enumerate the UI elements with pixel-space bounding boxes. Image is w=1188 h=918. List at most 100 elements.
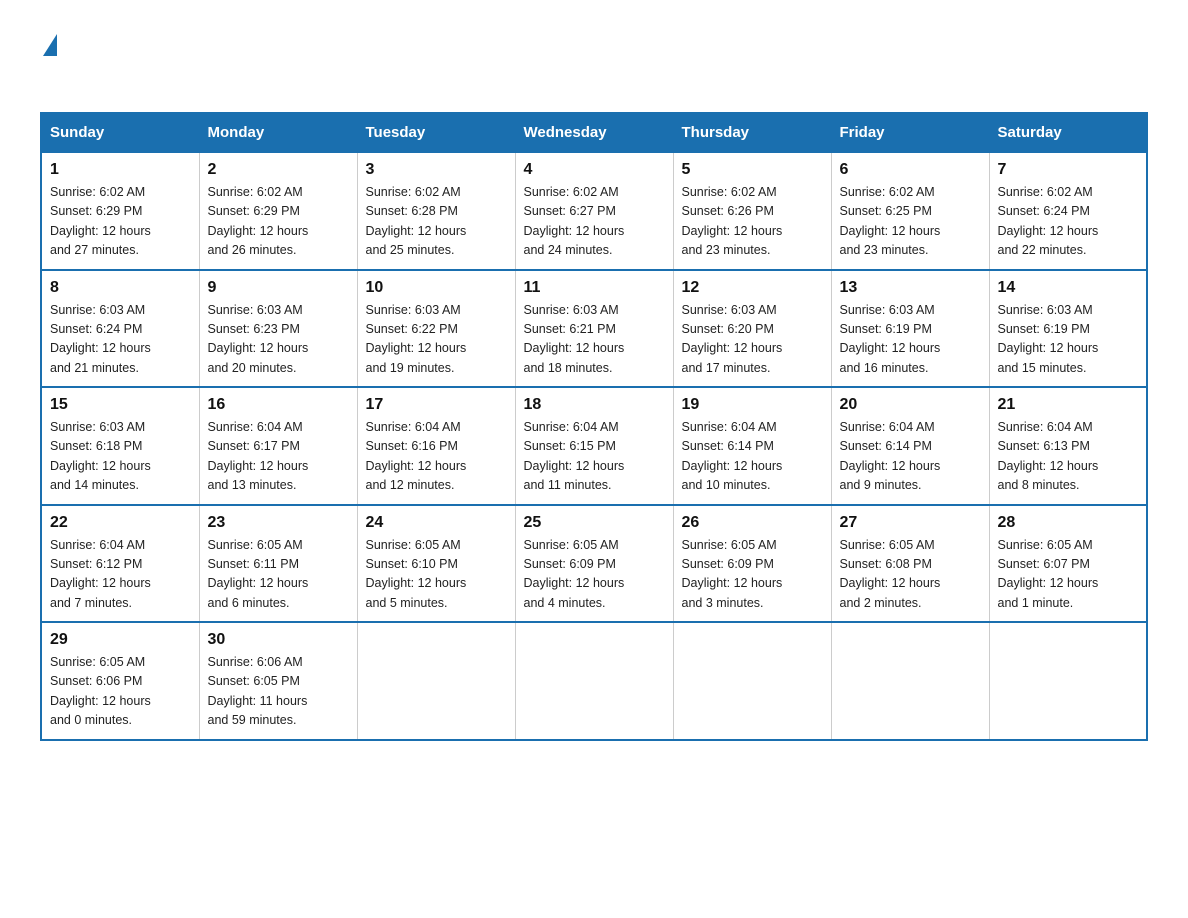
day-info: Sunrise: 6:05 AMSunset: 6:09 PMDaylight:… [524,536,665,614]
day-info: Sunrise: 6:05 AMSunset: 6:09 PMDaylight:… [682,536,823,614]
calendar-cell: 12 Sunrise: 6:03 AMSunset: 6:20 PMDayligh… [673,270,831,388]
day-info: Sunrise: 6:05 AMSunset: 6:11 PMDaylight:… [208,536,349,614]
calendar-week-row: 22 Sunrise: 6:04 AMSunset: 6:12 PMDayligh… [41,505,1147,623]
calendar-cell: 29 Sunrise: 6:05 AMSunset: 6:06 PMDayligh… [41,622,199,740]
calendar-cell: 19 Sunrise: 6:04 AMSunset: 6:14 PMDayligh… [673,387,831,505]
calendar-cell: 22 Sunrise: 6:04 AMSunset: 6:12 PMDayligh… [41,505,199,623]
col-header-monday: Monday [199,113,357,152]
calendar-cell: 8 Sunrise: 6:03 AMSunset: 6:24 PMDaylight… [41,270,199,388]
day-info: Sunrise: 6:06 AMSunset: 6:05 PMDaylight:… [208,653,349,731]
calendar-cell: 18 Sunrise: 6:04 AMSunset: 6:15 PMDayligh… [515,387,673,505]
day-info: Sunrise: 6:03 AMSunset: 6:19 PMDaylight:… [998,301,1139,379]
calendar-cell: 24 Sunrise: 6:05 AMSunset: 6:10 PMDayligh… [357,505,515,623]
day-number: 12 [682,279,823,297]
day-number: 6 [840,161,981,179]
day-info: Sunrise: 6:04 AMSunset: 6:17 PMDaylight:… [208,418,349,496]
day-number: 27 [840,514,981,532]
calendar-cell: 7 Sunrise: 6:02 AMSunset: 6:24 PMDaylight… [989,152,1147,270]
col-header-wednesday: Wednesday [515,113,673,152]
calendar-cell: 15 Sunrise: 6:03 AMSunset: 6:18 PMDayligh… [41,387,199,505]
day-number: 10 [366,279,507,297]
day-info: Sunrise: 6:04 AMSunset: 6:16 PMDaylight:… [366,418,507,496]
day-info: Sunrise: 6:02 AMSunset: 6:24 PMDaylight:… [998,183,1139,261]
calendar-cell: 27 Sunrise: 6:05 AMSunset: 6:08 PMDayligh… [831,505,989,623]
day-number: 22 [50,514,191,532]
day-number: 11 [524,279,665,297]
day-number: 3 [366,161,507,179]
calendar-cell: 25 Sunrise: 6:05 AMSunset: 6:09 PMDayligh… [515,505,673,623]
day-number: 8 [50,279,191,297]
page-header [40,30,1148,88]
calendar-cell [989,622,1147,740]
calendar-cell: 30 Sunrise: 6:06 AMSunset: 6:05 PMDayligh… [199,622,357,740]
day-number: 5 [682,161,823,179]
calendar-table: SundayMondayTuesdayWednesdayThursdayFrid… [40,112,1148,741]
logo [40,30,57,88]
day-number: 28 [998,514,1139,532]
day-number: 4 [524,161,665,179]
day-number: 25 [524,514,665,532]
logo-triangle-icon [43,34,57,56]
calendar-cell: 10 Sunrise: 6:03 AMSunset: 6:22 PMDayligh… [357,270,515,388]
day-info: Sunrise: 6:03 AMSunset: 6:21 PMDaylight:… [524,301,665,379]
calendar-cell: 14 Sunrise: 6:03 AMSunset: 6:19 PMDayligh… [989,270,1147,388]
day-info: Sunrise: 6:03 AMSunset: 6:23 PMDaylight:… [208,301,349,379]
day-number: 23 [208,514,349,532]
calendar-cell: 17 Sunrise: 6:04 AMSunset: 6:16 PMDayligh… [357,387,515,505]
col-header-friday: Friday [831,113,989,152]
day-number: 19 [682,396,823,414]
day-number: 7 [998,161,1139,179]
day-number: 21 [998,396,1139,414]
day-info: Sunrise: 6:04 AMSunset: 6:14 PMDaylight:… [682,418,823,496]
day-number: 2 [208,161,349,179]
day-number: 17 [366,396,507,414]
day-number: 20 [840,396,981,414]
col-header-thursday: Thursday [673,113,831,152]
day-info: Sunrise: 6:02 AMSunset: 6:29 PMDaylight:… [208,183,349,261]
calendar-cell [357,622,515,740]
calendar-cell: 4 Sunrise: 6:02 AMSunset: 6:27 PMDaylight… [515,152,673,270]
day-info: Sunrise: 6:05 AMSunset: 6:08 PMDaylight:… [840,536,981,614]
col-header-tuesday: Tuesday [357,113,515,152]
day-info: Sunrise: 6:02 AMSunset: 6:25 PMDaylight:… [840,183,981,261]
calendar-cell: 13Sunrise: 6:03 AMSunset: 6:19 PMDayligh… [831,270,989,388]
day-info: Sunrise: 6:03 AMSunset: 6:18 PMDaylight:… [50,418,191,496]
day-info: Sunrise: 6:02 AMSunset: 6:29 PMDaylight:… [50,183,191,261]
day-info: Sunrise: 6:05 AMSunset: 6:06 PMDaylight:… [50,653,191,731]
calendar-cell: 5Sunrise: 6:02 AMSunset: 6:26 PMDaylight… [673,152,831,270]
day-number: 26 [682,514,823,532]
calendar-cell: 21 Sunrise: 6:04 AMSunset: 6:13 PMDayligh… [989,387,1147,505]
day-info: Sunrise: 6:03 AMSunset: 6:24 PMDaylight:… [50,301,191,379]
calendar-cell: 26 Sunrise: 6:05 AMSunset: 6:09 PMDayligh… [673,505,831,623]
day-number: 29 [50,631,191,649]
day-info: Sunrise: 6:02 AMSunset: 6:28 PMDaylight:… [366,183,507,261]
day-info: Sunrise: 6:05 AMSunset: 6:10 PMDaylight:… [366,536,507,614]
day-number: 18 [524,396,665,414]
calendar-cell: 23 Sunrise: 6:05 AMSunset: 6:11 PMDayligh… [199,505,357,623]
calendar-header-row: SundayMondayTuesdayWednesdayThursdayFrid… [41,113,1147,152]
calendar-cell: 6 Sunrise: 6:02 AMSunset: 6:25 PMDaylight… [831,152,989,270]
day-info: Sunrise: 6:04 AMSunset: 6:15 PMDaylight:… [524,418,665,496]
day-info: Sunrise: 6:04 AMSunset: 6:12 PMDaylight:… [50,536,191,614]
calendar-week-row: 8 Sunrise: 6:03 AMSunset: 6:24 PMDaylight… [41,270,1147,388]
calendar-cell: 3 Sunrise: 6:02 AMSunset: 6:28 PMDaylight… [357,152,515,270]
day-info: Sunrise: 6:04 AMSunset: 6:14 PMDaylight:… [840,418,981,496]
day-number: 13 [840,279,981,297]
day-info: Sunrise: 6:03 AMSunset: 6:22 PMDaylight:… [366,301,507,379]
day-number: 1 [50,161,191,179]
calendar-cell: 1 Sunrise: 6:02 AMSunset: 6:29 PMDaylight… [41,152,199,270]
col-header-saturday: Saturday [989,113,1147,152]
day-number: 9 [208,279,349,297]
calendar-week-row: 29 Sunrise: 6:05 AMSunset: 6:06 PMDayligh… [41,622,1147,740]
calendar-week-row: 1 Sunrise: 6:02 AMSunset: 6:29 PMDaylight… [41,152,1147,270]
day-info: Sunrise: 6:02 AMSunset: 6:27 PMDaylight:… [524,183,665,261]
day-number: 24 [366,514,507,532]
day-info: Sunrise: 6:04 AMSunset: 6:13 PMDaylight:… [998,418,1139,496]
day-number: 15 [50,396,191,414]
day-info: Sunrise: 6:03 AMSunset: 6:20 PMDaylight:… [682,301,823,379]
calendar-cell: 28Sunrise: 6:05 AMSunset: 6:07 PMDayligh… [989,505,1147,623]
calendar-cell: 16Sunrise: 6:04 AMSunset: 6:17 PMDayligh… [199,387,357,505]
calendar-cell: 9 Sunrise: 6:03 AMSunset: 6:23 PMDaylight… [199,270,357,388]
day-number: 14 [998,279,1139,297]
day-number: 30 [208,631,349,649]
